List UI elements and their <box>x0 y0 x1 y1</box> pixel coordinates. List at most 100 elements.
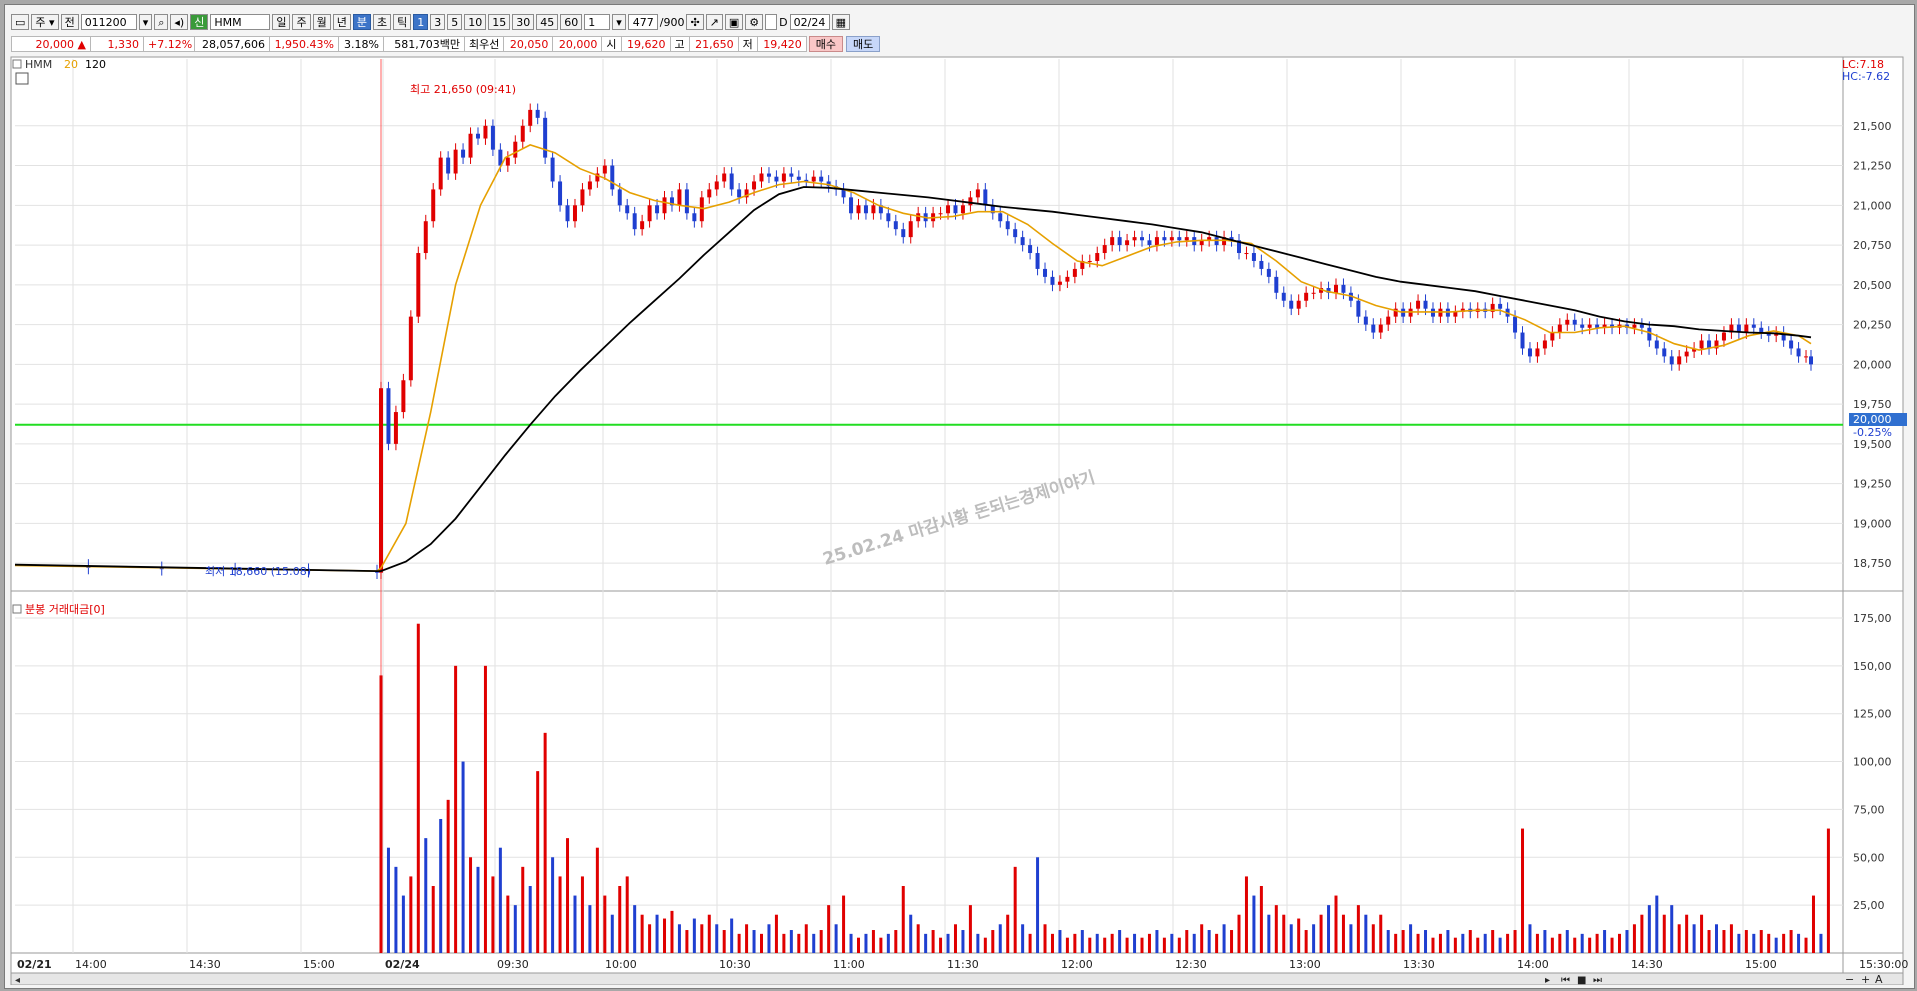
stop-icon[interactable]: ■ <box>1577 975 1586 985</box>
volume-bar <box>1722 930 1726 953</box>
period-tick[interactable]: 틱 <box>393 14 412 30</box>
d-checkbox[interactable] <box>765 14 778 30</box>
volume-bar <box>1759 930 1763 953</box>
candle-body <box>416 253 421 317</box>
draw-tool-icon[interactable]: ↗ <box>705 14 723 30</box>
interval-30[interactable]: 30 <box>512 14 535 30</box>
candle-body <box>759 173 764 182</box>
date-input[interactable]: 02/24 <box>789 14 830 30</box>
volume-bar <box>916 924 920 953</box>
volume-bar <box>1543 930 1547 953</box>
period-monthly[interactable]: 월 <box>312 14 331 30</box>
volume-bar <box>1692 924 1696 953</box>
candle-body <box>1371 324 1376 333</box>
volume-bar <box>506 895 510 953</box>
volume-pct: 1,950.43% <box>269 36 339 52</box>
candle-body <box>580 189 585 206</box>
period-weekly[interactable]: 주 <box>292 14 311 30</box>
count-input[interactable]: 477 <box>627 14 658 30</box>
layout-icon[interactable]: ▭ <box>11 14 30 30</box>
period-minute[interactable]: 분 <box>352 14 371 30</box>
multiplier-input[interactable]: 1 <box>584 14 611 30</box>
text-size-icon[interactable]: A <box>1875 973 1883 985</box>
candle-body <box>774 176 779 182</box>
candle-body <box>1110 237 1115 246</box>
gear-icon[interactable]: ⚙ <box>745 14 764 30</box>
volume-bar <box>946 933 950 953</box>
scroll-right-icon[interactable]: ▸ <box>1545 975 1550 985</box>
volume-bar <box>1640 914 1644 953</box>
candle-body <box>953 205 958 214</box>
high-annotation: 최고 21,650 (09:41) <box>410 83 516 96</box>
interval-10[interactable]: 10 <box>464 14 487 30</box>
volume-bar <box>1438 933 1442 953</box>
time-tick-label: 14:30 <box>1631 958 1663 971</box>
low-price: 19,420 <box>756 36 807 52</box>
candle-body <box>1184 237 1189 241</box>
period-yearly[interactable]: 년 <box>332 14 351 30</box>
candle-body <box>610 165 615 190</box>
low-annotation: 최저 18,660 (15:08) <box>205 565 311 578</box>
price-change: 1,330 <box>90 36 144 52</box>
open-label: 시 <box>601 36 622 52</box>
time-tick-label: 15:00 <box>303 958 335 971</box>
volume-bar <box>767 924 771 953</box>
sell-button[interactable]: 매도 <box>846 36 881 52</box>
volume-tick-label: 175,00 <box>1853 612 1892 625</box>
candle-body <box>423 221 428 254</box>
volume-bar <box>1237 914 1241 953</box>
interval-3[interactable]: 3 <box>430 14 446 30</box>
period-second[interactable]: 초 <box>372 14 392 30</box>
interval-1[interactable]: 1 <box>413 14 429 30</box>
forward-icon[interactable]: ⏭ <box>1593 975 1602 985</box>
buy-button[interactable]: 매수 <box>808 36 843 52</box>
volume-bar <box>603 895 607 953</box>
candle-body <box>983 189 988 206</box>
volume-bar <box>1036 857 1040 953</box>
volume-bar <box>1714 924 1718 953</box>
calendar-icon[interactable]: ▦ <box>831 14 851 30</box>
price-chart[interactable]: 21,500 21,250 21,000 20,750 20,500 20,250 20,0… <box>5 55 1914 985</box>
zoom-in-icon[interactable]: + <box>1861 973 1870 985</box>
candle-body <box>975 189 980 198</box>
interval-5[interactable]: 5 <box>447 14 463 30</box>
candle-body <box>1177 237 1182 241</box>
volume-bar <box>1200 924 1204 953</box>
prefix-button[interactable]: 전 <box>60 14 79 30</box>
volume-bar <box>1528 924 1532 953</box>
volume-bar <box>580 876 584 953</box>
name-input[interactable]: HMM <box>210 14 271 30</box>
candle-body <box>1580 324 1585 328</box>
search-icon[interactable]: ⌕ <box>154 14 169 30</box>
save-icon[interactable]: ▣ <box>724 14 744 30</box>
candle-settings-icon[interactable]: ✣ <box>686 14 704 30</box>
time-tick-label: 11:30 <box>947 958 979 971</box>
volume-bar <box>1826 828 1830 953</box>
multiplier-dropdown-icon[interactable]: ▾ <box>612 14 626 30</box>
volume-bar <box>431 885 435 953</box>
rewind-icon[interactable]: ⏮ <box>1561 975 1570 985</box>
horizontal-scrollbar[interactable] <box>10 972 1904 985</box>
candle-body <box>849 197 854 214</box>
period-daily[interactable]: 일 <box>272 14 291 30</box>
candle-body <box>1162 237 1167 241</box>
candle-body <box>908 221 913 238</box>
candle-body <box>789 173 794 177</box>
candle-body <box>1423 300 1428 309</box>
volume-bar <box>536 771 540 953</box>
volume-bar <box>1006 914 1010 953</box>
mode-select[interactable]: 주 ▾ <box>31 14 59 30</box>
code-dropdown-icon[interactable]: ▾ <box>138 14 153 30</box>
candle-body <box>871 205 876 214</box>
interval-60[interactable]: 60 <box>560 14 583 30</box>
speaker-icon[interactable]: ◂) <box>170 14 189 30</box>
interval-15[interactable]: 15 <box>488 14 511 30</box>
volume-bar <box>461 761 465 953</box>
scroll-left-icon[interactable]: ◂ <box>15 975 20 985</box>
code-input[interactable]: 011200 <box>80 14 137 30</box>
volume-bar <box>1729 924 1733 953</box>
zoom-out-icon[interactable]: − <box>1845 973 1854 985</box>
candle-body <box>1259 260 1264 269</box>
volume-bar <box>804 924 808 953</box>
interval-45[interactable]: 45 <box>536 14 559 30</box>
